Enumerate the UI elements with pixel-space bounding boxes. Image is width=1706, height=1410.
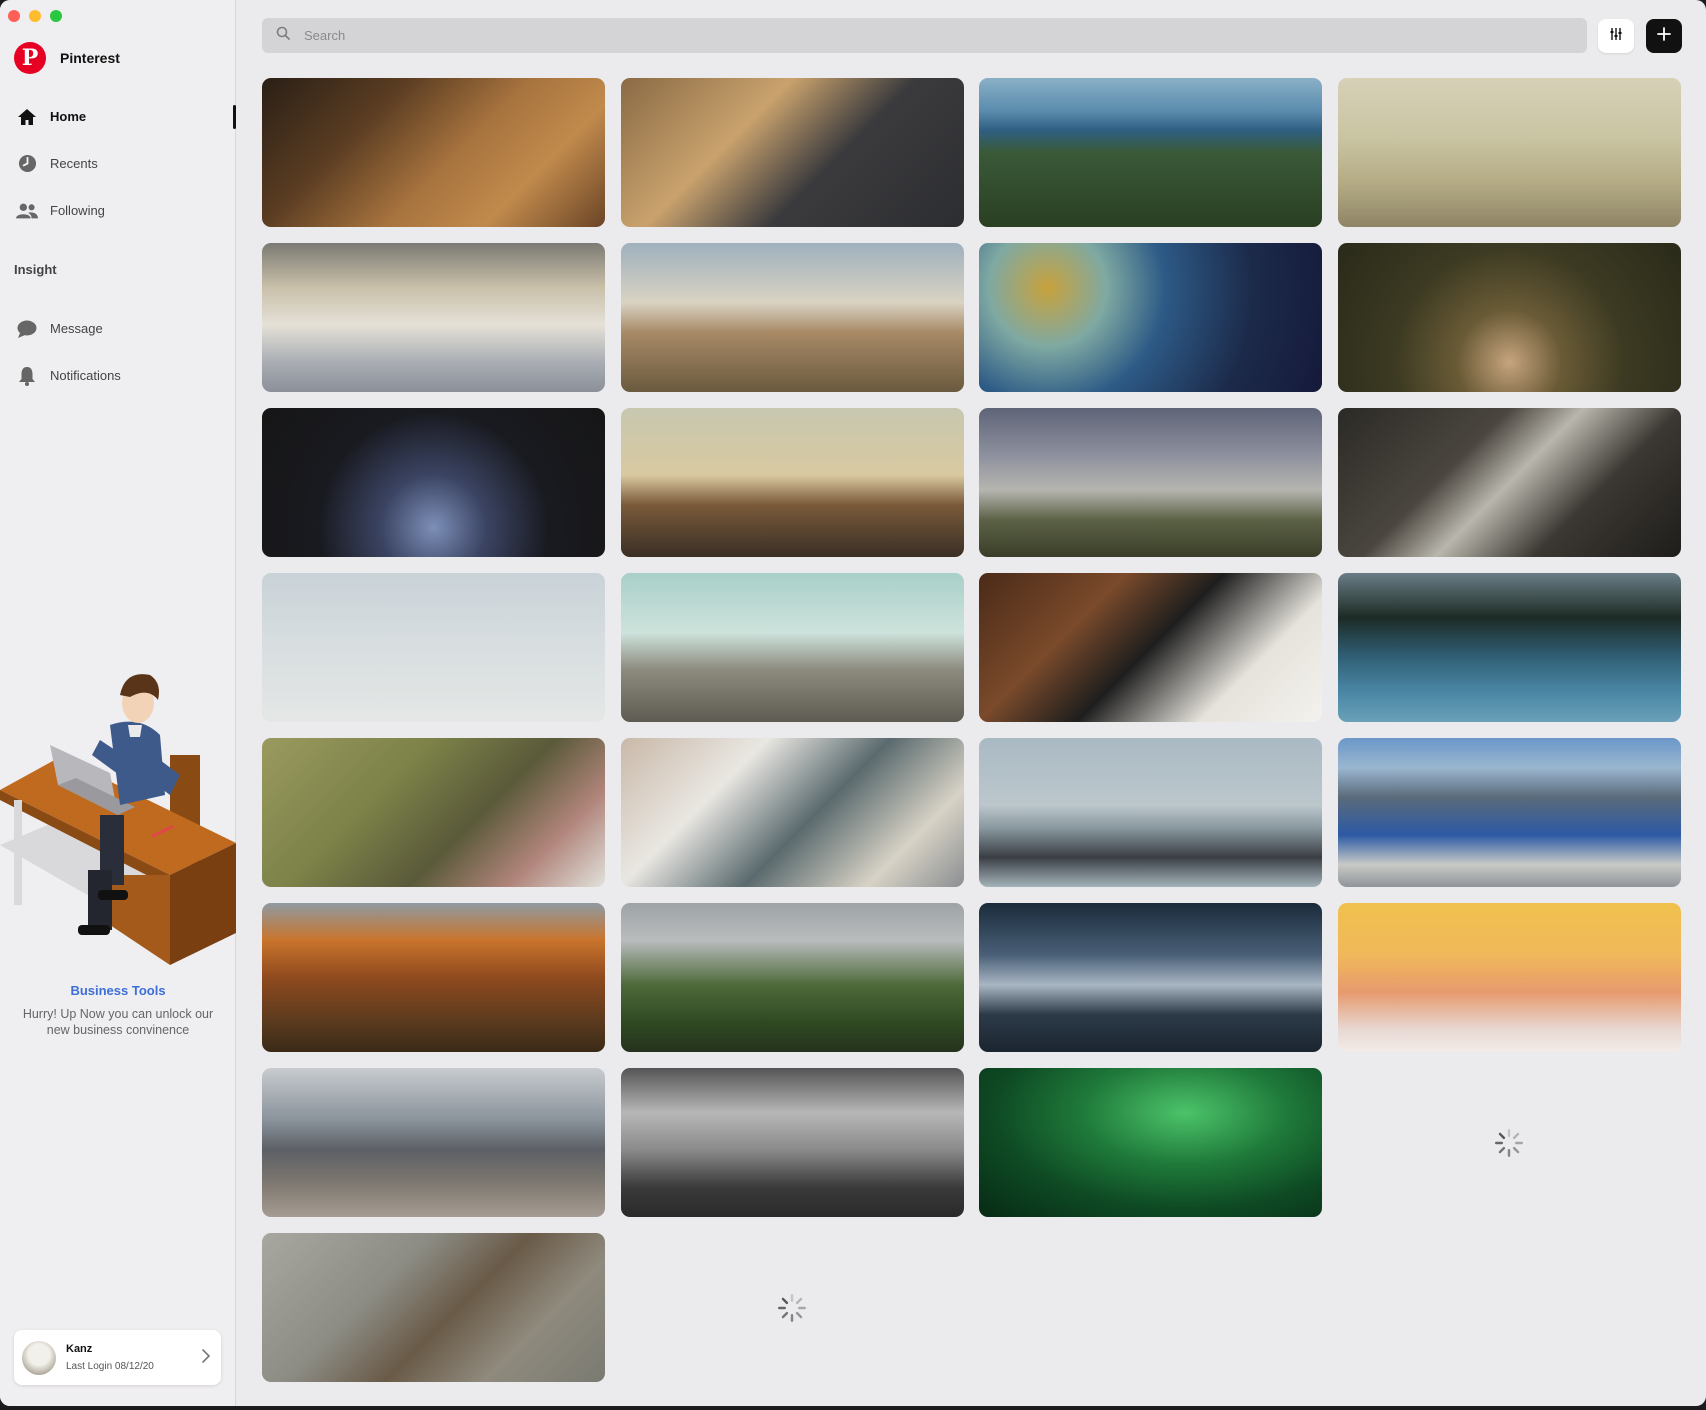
chevron-right-icon [201, 1348, 211, 1369]
pin-aerial-coast-gold[interactable] [979, 243, 1322, 392]
clock-icon [16, 153, 38, 175]
pin-person-typing-laptop[interactable] [620, 78, 964, 227]
filter-button[interactable] [1598, 19, 1634, 53]
pin-green-cliffs[interactable] [620, 903, 964, 1052]
pin-vulture-flying[interactable] [262, 1233, 605, 1382]
pin-woman-sofa-window[interactable] [1337, 408, 1681, 557]
pin-raspberries-table[interactable] [1337, 903, 1681, 1052]
pin-foggy-beach[interactable] [1337, 78, 1681, 227]
nav-item-label: Home [50, 109, 87, 124]
pin-fawn-in-forest[interactable] [1337, 243, 1681, 392]
nav-item-message[interactable]: Message [0, 305, 236, 352]
search-input[interactable] [304, 28, 1504, 43]
pin-grid [262, 78, 1682, 1382]
pin-couple-dog-grass[interactable] [262, 738, 605, 887]
pin-concrete-tower-sky[interactable] [620, 573, 964, 722]
pin-child-reading-bible[interactable] [979, 573, 1322, 722]
pin-blindfolded-woman[interactable] [979, 738, 1322, 887]
nav-item-label: Message [50, 321, 103, 336]
nav-item-label: Recents [50, 156, 98, 171]
secondary-nav: Message Notifications [0, 305, 236, 399]
close-window-button[interactable] [8, 10, 20, 22]
section-label-insight: Insight [14, 262, 57, 277]
search-bar[interactable] [262, 18, 1587, 53]
pin-aurora-night[interactable] [979, 1068, 1322, 1217]
window-controls [8, 10, 62, 22]
avatar [22, 1340, 56, 1375]
user-name: Kanz [66, 1343, 93, 1355]
bell-icon [16, 365, 38, 387]
pin-car-window-woman[interactable] [620, 738, 964, 887]
nav-item-following[interactable]: Following [0, 187, 236, 234]
app-name: Pinterest [60, 50, 120, 66]
pin-laptop-on-table[interactable] [262, 78, 605, 227]
user-card[interactable]: Kanz Last Login 08/12/20 [14, 1330, 221, 1385]
pin-father-child-beach[interactable] [620, 243, 964, 392]
sidebar: P Pinterest Home Recents Following Insig… [0, 0, 236, 1406]
pin-stormy-sea[interactable] [979, 903, 1322, 1052]
people-icon [16, 200, 38, 222]
spinner-icon [1495, 1128, 1523, 1157]
pin-snowy-cross-hill[interactable] [262, 243, 605, 392]
nav-item-home[interactable]: Home [0, 93, 236, 140]
sliders-icon [1609, 27, 1623, 46]
chat-bubble-icon [16, 318, 38, 340]
spinner-icon [778, 1293, 806, 1322]
minimize-window-button[interactable] [29, 10, 41, 22]
brand[interactable]: P Pinterest [14, 42, 120, 74]
pin-misty-mountain-person[interactable] [979, 408, 1322, 557]
pin-woman-scarf-sunset[interactable] [620, 408, 964, 557]
pin-couple-in-rain[interactable] [262, 408, 605, 557]
nav-item-label: Notifications [50, 368, 121, 383]
pinterest-logo-icon: P [14, 42, 46, 74]
nav-item-notifications[interactable]: Notifications [0, 352, 236, 399]
zoom-window-button[interactable] [50, 10, 62, 22]
nav-item-recents[interactable]: Recents [0, 140, 236, 187]
last-login: Last Login 08/12/20 [66, 1361, 154, 1372]
loading-spinner [1338, 1068, 1681, 1217]
nav-item-label: Following [50, 203, 105, 218]
promo-description: Hurry! Up Now you can unlock our new bus… [22, 1007, 214, 1037]
app-window: P Pinterest Home Recents Following Insig… [0, 0, 1706, 1406]
pin-coastal-forest[interactable] [979, 78, 1322, 227]
plus-icon [1657, 26, 1671, 46]
search-icon [276, 26, 290, 45]
home-icon [16, 106, 38, 128]
pin-misty-forest-bw[interactable] [620, 1068, 964, 1217]
pin-orange-canyon[interactable] [262, 903, 605, 1052]
promo-title[interactable]: Business Tools [0, 983, 236, 998]
pin-bear-snowy-hill[interactable] [262, 1068, 605, 1217]
loading-spinner [621, 1233, 964, 1382]
pin-pale-sky[interactable] [262, 573, 605, 722]
pin-fjord-cliffs[interactable] [1337, 738, 1681, 887]
pin-woman-canoe-lake[interactable] [1337, 573, 1681, 722]
primary-nav: Home Recents Following [0, 93, 236, 234]
add-pin-button[interactable] [1646, 19, 1682, 53]
business-illustration [0, 674, 236, 965]
